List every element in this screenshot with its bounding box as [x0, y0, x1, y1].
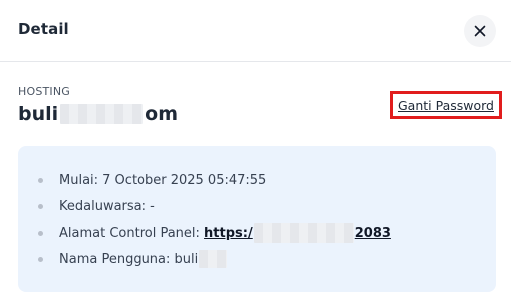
bullet-icon: [38, 230, 43, 236]
hosting-label: HOSTING: [18, 85, 71, 98]
username-item: Nama Pengguna: buli: [38, 249, 228, 269]
hosting-info-box: Mulai: 7 October 2025 05:47:55 Kedaluwar…: [18, 146, 496, 292]
start-date-text: Mulai: 7 October 2025 05:47:55: [59, 172, 267, 188]
panel-url-prefix: https:/: [204, 225, 253, 241]
expiry-text: Kedaluwarsa: -: [59, 198, 155, 214]
domain-prefix: buli: [18, 103, 59, 125]
control-panel-link[interactable]: https:/ 2083: [204, 223, 391, 243]
redacted-domain: [60, 104, 144, 124]
control-panel-item: Alamat Control Panel: https:/ 2083: [38, 223, 391, 243]
redacted-username: [199, 250, 228, 268]
domain-suffix: om: [145, 103, 179, 125]
redacted-url: [253, 223, 354, 243]
start-date-item: Mulai: 7 October 2025 05:47:55: [38, 170, 266, 190]
control-panel-label: Alamat Control Panel:: [59, 225, 205, 241]
bullet-icon: [38, 203, 43, 209]
modal-header: Detail: [0, 0, 511, 62]
close-button[interactable]: [464, 15, 496, 47]
close-icon: [474, 25, 486, 37]
bullet-icon: [38, 256, 43, 262]
username-text: Nama Pengguna: buli: [59, 251, 199, 267]
modal-title: Detail: [18, 20, 69, 38]
change-password-link[interactable]: Ganti Password: [390, 91, 502, 119]
detail-modal: Detail HOSTING buli om Ganti Password Mu…: [0, 0, 511, 304]
expiry-item: Kedaluwarsa: -: [38, 196, 155, 216]
panel-url-suffix: 2083: [354, 225, 391, 241]
domain-name: buli om: [18, 102, 178, 126]
bullet-icon: [38, 177, 43, 183]
